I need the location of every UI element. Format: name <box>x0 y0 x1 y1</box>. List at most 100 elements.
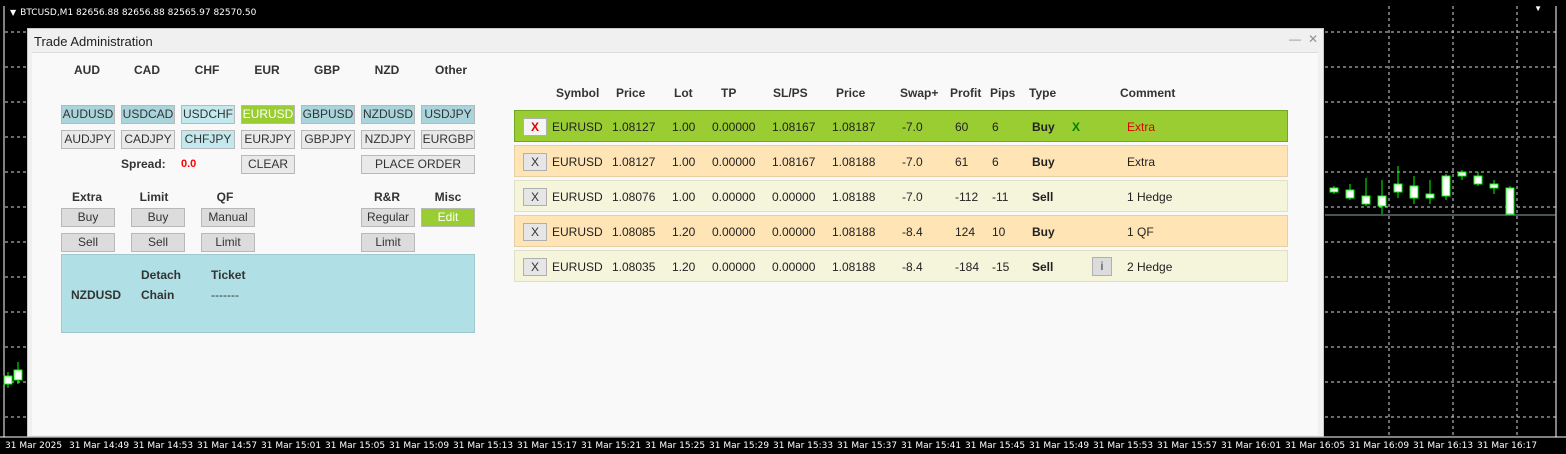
col-current-price: Price <box>836 86 866 100</box>
row-lot: 1.00 <box>672 120 696 134</box>
row-price: 1.08076 <box>612 190 656 204</box>
info-chain: Chain <box>141 288 175 302</box>
row-lot: 1.00 <box>672 155 696 169</box>
col-comment: Comment <box>1120 86 1176 100</box>
rr-limit-button[interactable]: Limit <box>361 233 415 252</box>
header-rr: R&R <box>374 190 400 204</box>
clear-button[interactable]: CLEAR <box>241 155 295 174</box>
minimize-icon[interactable]: — <box>1289 32 1301 46</box>
header-aud: AUD <box>74 63 100 77</box>
time-tick-label: 31 Mar 15:37 <box>837 441 898 451</box>
time-tick-label: 31 Mar 15:49 <box>1029 441 1090 451</box>
row-swap: -8.4 <box>902 260 923 274</box>
pair-button-audjpy[interactable]: AUDJPY <box>61 130 115 149</box>
window-title: Trade Administration <box>34 34 153 49</box>
row-tp: 0.00000 <box>712 120 756 134</box>
col-price: Price <box>616 86 646 100</box>
row-pips: 6 <box>992 120 999 134</box>
row-price: 1.08127 <box>612 120 656 134</box>
time-tick-label: 31 Mar 15:45 <box>965 441 1026 451</box>
pair-button-eurusd[interactable]: EURUSD <box>241 105 295 124</box>
time-tick-label: 31 Mar 15:57 <box>1157 441 1218 451</box>
time-tick-label: 31 Mar 15:33 <box>773 441 834 451</box>
row-profit: 124 <box>955 225 976 239</box>
pair-button-usdjpy[interactable]: USDJPY <box>421 105 475 124</box>
time-tick-label: 31 Mar 16:05 <box>1285 441 1346 451</box>
row-current-price: 1.08188 <box>832 155 876 169</box>
close-position-button[interactable]: X <box>523 258 547 276</box>
pair-button-nzdusd[interactable]: NZDUSD <box>361 105 415 124</box>
row-sl: 0.00000 <box>772 225 816 239</box>
row-profit: 61 <box>955 155 969 169</box>
close-position-button[interactable]: X <box>523 153 547 171</box>
row-lot: 1.20 <box>672 260 696 274</box>
limit-sell-button[interactable]: Sell <box>131 233 185 252</box>
pair-button-audusd[interactable]: AUDUSD <box>61 105 115 124</box>
pair-button-eurjpy[interactable]: EURJPY <box>241 130 295 149</box>
info-panel: Detach Ticket NZDUSD Chain ------- <box>61 254 475 333</box>
info-button[interactable]: i <box>1092 257 1112 276</box>
time-tick-label: 31 Mar 14:57 <box>197 441 258 451</box>
pair-button-gbpjpy[interactable]: GBPJPY <box>301 130 355 149</box>
pair-button-nzdjpy[interactable]: NZDJPY <box>361 130 415 149</box>
extra-buy-button[interactable]: Buy <box>61 208 115 227</box>
table-row: X EURUSD 1.08127 1.00 0.00000 1.08167 1.08187 -… <box>514 110 1288 142</box>
row-symbol: EURUSD <box>552 155 603 169</box>
time-tick-label: 31 Mar 15:05 <box>325 441 386 451</box>
spread-label: Spread: <box>121 157 166 171</box>
row-type: Buy <box>1032 155 1055 169</box>
time-tick-label: 31 Mar 14:49 <box>69 441 130 451</box>
row-price: 1.08127 <box>612 155 656 169</box>
pair-button-eurgbp[interactable]: EURGBP <box>421 130 475 149</box>
header-misc: Misc <box>434 190 462 204</box>
qf-limit-button[interactable]: Limit <box>201 233 255 252</box>
row-type: Sell <box>1032 190 1054 204</box>
col-lot: Lot <box>674 86 693 100</box>
limit-buy-button[interactable]: Buy <box>131 208 185 227</box>
pair-button-cadjpy[interactable]: CADJPY <box>121 130 175 149</box>
close-position-button[interactable]: X <box>523 118 547 136</box>
close-position-button[interactable]: X <box>523 188 547 206</box>
header-limit: Limit <box>139 190 169 204</box>
col-pips: Pips <box>990 86 1016 100</box>
chart-shift-icon[interactable]: ▼ <box>1534 4 1542 13</box>
row-comment: 1 Hedge <box>1127 190 1173 204</box>
close-icon[interactable]: ✕ <box>1308 32 1318 46</box>
row-swap: -7.0 <box>902 120 923 134</box>
header-other: Other <box>434 63 467 77</box>
table-row: X EURUSD 1.08085 1.20 0.00000 0.00000 1.08188 -… <box>514 215 1288 247</box>
row-pips: 6 <box>992 155 999 169</box>
time-tick-label: 31 Mar 15:21 <box>581 441 642 451</box>
chart-symbol-info[interactable]: ▼ BTCUSD,M1 82656.88 82656.88 82565.97 82… <box>10 8 256 18</box>
row-price: 1.08085 <box>612 225 656 239</box>
rr-regular-button[interactable]: Regular <box>361 208 415 227</box>
row-swap: -8.4 <box>902 225 923 239</box>
ticket-header: Ticket <box>211 268 246 282</box>
misc-edit-button[interactable]: Edit <box>421 208 475 227</box>
header-gbp: GBP <box>313 63 340 77</box>
symbol-info-text: BTCUSD,M1 82656.88 82656.88 82565.97 825… <box>20 8 257 18</box>
close-position-button[interactable]: X <box>523 223 547 241</box>
row-comment: Extra <box>1127 120 1156 134</box>
row-sl: 1.08167 <box>772 155 816 169</box>
header-qf: QF <box>216 190 234 204</box>
pair-button-chfjpy[interactable]: CHFJPY <box>181 130 235 149</box>
extra-sell-button[interactable]: Sell <box>61 233 115 252</box>
row-current-price: 1.08188 <box>832 190 876 204</box>
row-comment: Extra <box>1127 155 1156 169</box>
col-sl-ps: SL/PS <box>773 86 808 100</box>
row-current-price: 1.08188 <box>832 225 876 239</box>
row-swap: -7.0 <box>902 190 923 204</box>
pair-button-usdchf[interactable]: USDCHF <box>181 105 235 124</box>
info-pair: NZDUSD <box>71 288 121 302</box>
time-tick-label: 31 Mar 15:53 <box>1093 441 1154 451</box>
qf-manual-button[interactable]: Manual <box>201 208 255 227</box>
pair-button-usdcad[interactable]: USDCAD <box>121 105 175 124</box>
pair-button-gbpusd[interactable]: GBPUSD <box>301 105 355 124</box>
place-order-button[interactable]: PLACE ORDER <box>361 155 475 174</box>
time-tick-label: 31 Mar 16:13 <box>1413 441 1474 451</box>
time-tick-label: 31 Mar 16:17 <box>1477 441 1538 451</box>
row-current-price: 1.08188 <box>832 260 876 274</box>
table-row: X EURUSD 1.08035 1.20 0.00000 0.00000 1.08188 -… <box>514 250 1288 282</box>
row-flag: X <box>1072 120 1081 134</box>
